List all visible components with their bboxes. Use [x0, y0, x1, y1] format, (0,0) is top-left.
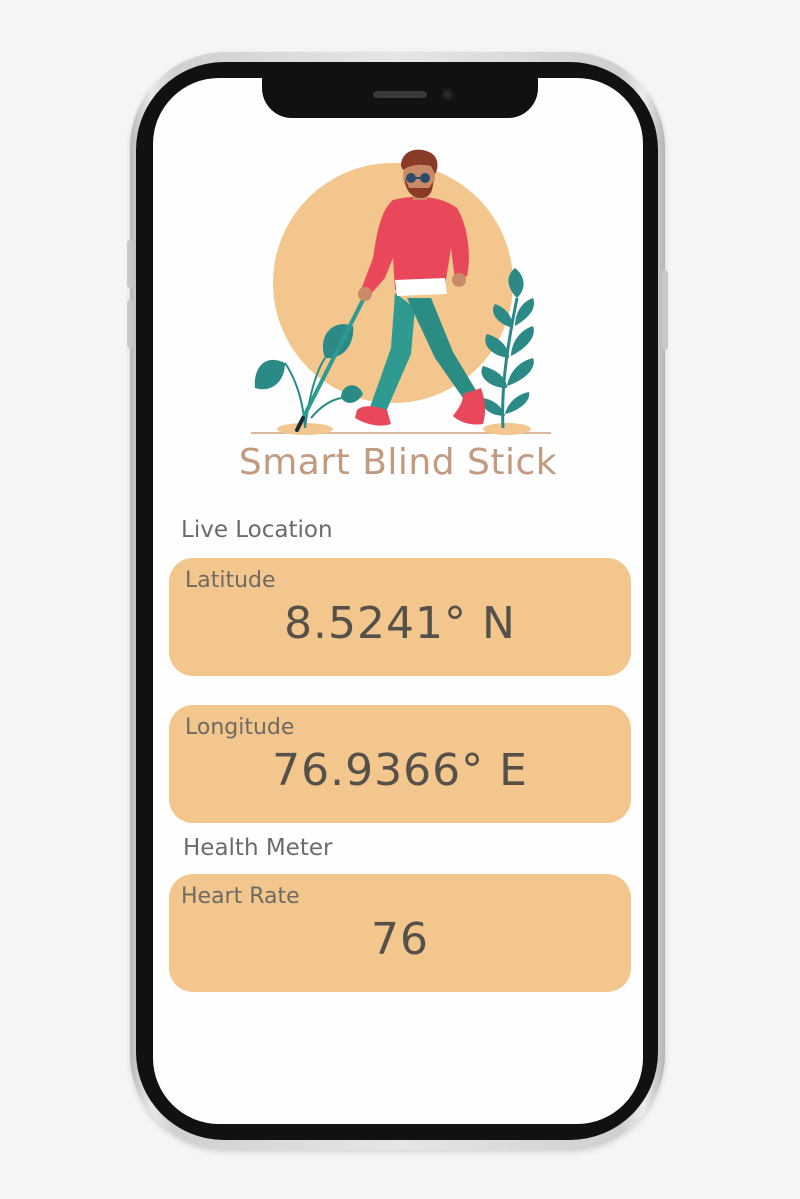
power-button — [662, 270, 668, 350]
health-meter-heading: Health Meter — [183, 835, 333, 861]
longitude-value: 76.9366° E — [272, 745, 528, 796]
longitude-label: Longitude — [185, 715, 295, 740]
live-location-heading: Live Location — [181, 517, 333, 543]
speaker-grille — [373, 91, 427, 98]
front-camera-icon — [441, 88, 454, 101]
blind-man-illustration-icon — [251, 149, 551, 435]
heart-rate-value: 76 — [371, 914, 429, 965]
app-title: Smart Blind Stick — [238, 442, 558, 483]
stage: Smart Blind Stick Live Location Latitude… — [0, 0, 800, 1199]
volume-down-button — [127, 300, 133, 348]
latitude-value: 8.5241° N — [284, 598, 516, 649]
app-screen: Smart Blind Stick Live Location Latitude… — [153, 78, 643, 1124]
volume-up-button — [127, 240, 133, 288]
longitude-card: Longitude 76.9366° E — [169, 705, 631, 823]
heart-rate-label: Heart Rate — [181, 884, 300, 909]
heart-rate-card: Heart Rate 76 — [169, 874, 631, 992]
latitude-label: Latitude — [185, 568, 276, 593]
latitude-card: Latitude 8.5241° N — [169, 558, 631, 676]
